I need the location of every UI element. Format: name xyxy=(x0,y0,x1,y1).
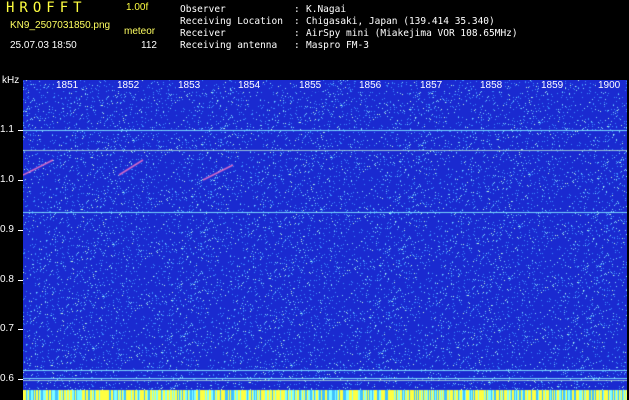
info-value: K.Nagai xyxy=(306,4,347,15)
info-value: AirSpy mini (Miakejima VOR 108.65MHz) xyxy=(306,28,518,39)
time-tick: 1859 xyxy=(539,80,566,91)
time-tick: 1855 xyxy=(297,80,324,91)
info-row-location: Receiving Location: Chigasaki, Japan (139… xyxy=(180,16,518,28)
info-key: Observer xyxy=(180,4,226,15)
freq-tick xyxy=(18,130,23,131)
info-value: Chigasaki, Japan (139.414 35.340) xyxy=(306,16,495,27)
time-tick: 1853 xyxy=(176,80,203,91)
time-tick: 1854 xyxy=(236,80,263,91)
info-key: Receiving antenna xyxy=(180,40,278,51)
info-row-antenna: Receiving antenna: Maspro FM-3 xyxy=(180,40,518,52)
frequency-unit: kHz xyxy=(2,75,20,86)
time-axis: 1851 1852 1853 1854 1855 1856 1857 1858 … xyxy=(23,80,627,94)
freq-label: 1.0 xyxy=(0,174,14,185)
freq-tick xyxy=(18,230,23,231)
app-title: HROFFT xyxy=(6,0,87,16)
freq-label: 0.6 xyxy=(0,373,14,384)
time-tick: 1900 xyxy=(596,80,623,91)
freq-tick xyxy=(18,329,23,330)
info-row-receiver: Receiver: AirSpy mini (Miakejima VOR 108.… xyxy=(180,28,518,40)
spectrogram[interactable] xyxy=(23,80,627,400)
info-colon: : xyxy=(294,28,300,39)
info-key: Receiver xyxy=(180,28,226,39)
time-tick: 1858 xyxy=(478,80,505,91)
freq-tick xyxy=(18,180,23,181)
mode-label: meteor xyxy=(124,26,156,37)
info-value: Maspro FM-3 xyxy=(306,40,369,51)
time-tick: 1857 xyxy=(418,80,445,91)
time-tick: 1852 xyxy=(115,80,142,91)
version-label: 1.00f xyxy=(126,2,149,13)
station-info: Observer: K.Nagai Receiving Location: Chig… xyxy=(180,4,518,52)
info-key: Receiving Location xyxy=(180,16,283,27)
time-tick: 1856 xyxy=(357,80,384,91)
freq-label: 0.9 xyxy=(0,224,14,235)
freq-label: 1.1 xyxy=(0,124,14,135)
filename-label: KN9_2507031850.png xyxy=(10,20,111,31)
freq-tick xyxy=(18,280,23,281)
freq-label: 0.8 xyxy=(0,274,14,285)
info-colon: : xyxy=(294,16,300,27)
info-colon: : xyxy=(294,40,300,51)
freq-label: 0.7 xyxy=(0,323,14,334)
count-label: 112 xyxy=(141,40,157,51)
info-colon: : xyxy=(294,4,300,15)
freq-tick xyxy=(18,379,23,380)
info-row-observer: Observer: K.Nagai xyxy=(180,4,518,16)
time-tick: 1851 xyxy=(54,80,81,91)
datetime-label: 25.07.03 18:50 xyxy=(10,40,77,51)
